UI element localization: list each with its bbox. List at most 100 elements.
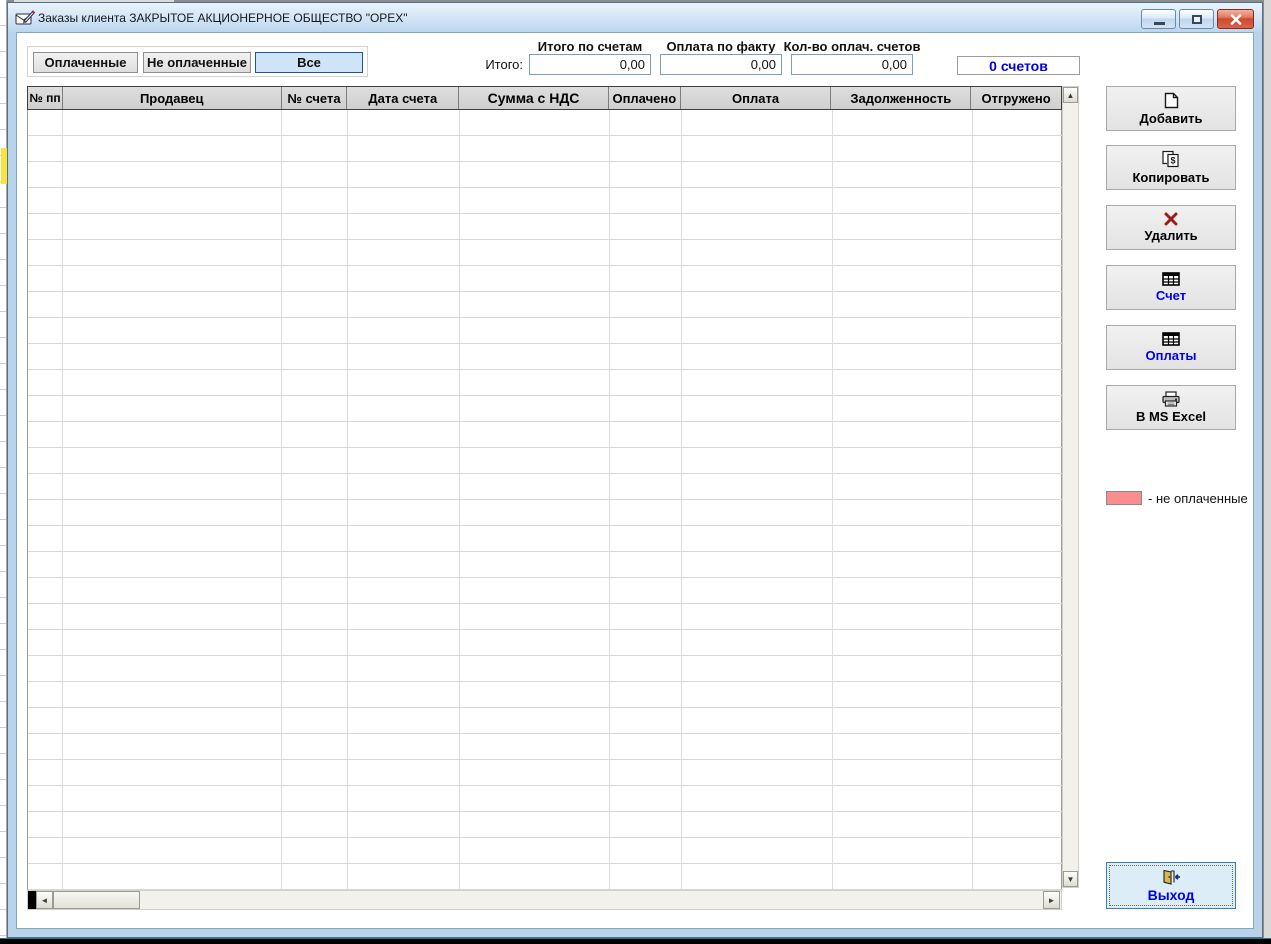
table-cell[interactable] bbox=[833, 292, 973, 318]
table-cell[interactable] bbox=[610, 136, 682, 162]
column-header-paid[interactable]: Оплачено bbox=[608, 87, 681, 109]
table-cell[interactable] bbox=[682, 370, 833, 396]
table-cell[interactable] bbox=[460, 344, 610, 370]
table-cell[interactable] bbox=[682, 474, 833, 500]
table-cell[interactable] bbox=[610, 448, 682, 474]
table-cell[interactable] bbox=[610, 760, 682, 786]
table-cell[interactable] bbox=[348, 864, 460, 890]
table-cell[interactable] bbox=[63, 812, 282, 838]
table-cell[interactable] bbox=[610, 396, 682, 422]
table-cell[interactable] bbox=[682, 292, 833, 318]
table-cell[interactable] bbox=[348, 838, 460, 864]
table-cell[interactable] bbox=[282, 630, 348, 656]
table-cell[interactable] bbox=[682, 864, 833, 890]
table-cell[interactable] bbox=[460, 318, 610, 344]
table-cell[interactable] bbox=[682, 578, 833, 604]
table-cell[interactable] bbox=[282, 110, 348, 136]
table-cell[interactable] bbox=[63, 214, 282, 240]
table-cell[interactable] bbox=[682, 448, 833, 474]
table-cell[interactable] bbox=[610, 838, 682, 864]
table-cell[interactable] bbox=[682, 708, 833, 734]
table-cell[interactable] bbox=[682, 344, 833, 370]
table-cell[interactable] bbox=[610, 214, 682, 240]
table-cell[interactable] bbox=[28, 526, 63, 552]
table-cell[interactable] bbox=[63, 240, 282, 266]
title-bar[interactable]: Заказы клиента ЗАКРЫТОЕ АКЦИОНЕРНОЕ ОБЩЕ… bbox=[8, 3, 1262, 32]
table-cell[interactable] bbox=[348, 344, 460, 370]
table-cell[interactable] bbox=[282, 838, 348, 864]
table-cell[interactable] bbox=[460, 500, 610, 526]
table-cell[interactable] bbox=[282, 578, 348, 604]
table-cell[interactable] bbox=[973, 318, 1063, 344]
table-cell[interactable] bbox=[682, 240, 833, 266]
table-cell[interactable] bbox=[460, 864, 610, 890]
table-cell[interactable] bbox=[833, 708, 973, 734]
filter-unpaid-button[interactable]: Не оплаченные bbox=[143, 52, 251, 73]
table-cell[interactable] bbox=[973, 214, 1063, 240]
payment-fact-field[interactable] bbox=[660, 54, 782, 75]
table-cell[interactable] bbox=[460, 578, 610, 604]
table-cell[interactable] bbox=[282, 370, 348, 396]
table-cell[interactable] bbox=[973, 292, 1063, 318]
table-cell[interactable] bbox=[348, 240, 460, 266]
table-cell[interactable] bbox=[348, 448, 460, 474]
table-cell[interactable] bbox=[63, 396, 282, 422]
table-cell[interactable] bbox=[348, 708, 460, 734]
table-cell[interactable] bbox=[63, 370, 282, 396]
table-cell[interactable] bbox=[460, 188, 610, 214]
table-cell[interactable] bbox=[460, 240, 610, 266]
table-cell[interactable] bbox=[610, 734, 682, 760]
table-cell[interactable] bbox=[833, 760, 973, 786]
table-cell[interactable] bbox=[348, 214, 460, 240]
table-cell[interactable] bbox=[28, 266, 63, 292]
table-cell[interactable] bbox=[833, 448, 973, 474]
table-cell[interactable] bbox=[682, 318, 833, 344]
invoice-button[interactable]: Счет bbox=[1106, 265, 1236, 310]
table-cell[interactable] bbox=[973, 344, 1063, 370]
total-invoices-field[interactable] bbox=[529, 54, 651, 75]
table-cell[interactable] bbox=[63, 604, 282, 630]
table-cell[interactable] bbox=[348, 188, 460, 214]
table-cell[interactable] bbox=[610, 110, 682, 136]
table-cell[interactable] bbox=[973, 240, 1063, 266]
column-header-shipped[interactable]: Отгружено bbox=[971, 87, 1061, 109]
table-cell[interactable] bbox=[63, 734, 282, 760]
table-cell[interactable] bbox=[833, 214, 973, 240]
table-cell[interactable] bbox=[610, 630, 682, 656]
table-cell[interactable] bbox=[833, 396, 973, 422]
table-cell[interactable] bbox=[833, 838, 973, 864]
table-cell[interactable] bbox=[348, 786, 460, 812]
table-cell[interactable] bbox=[833, 370, 973, 396]
table-cell[interactable] bbox=[282, 188, 348, 214]
table-cell[interactable] bbox=[973, 188, 1063, 214]
table-cell[interactable] bbox=[63, 136, 282, 162]
table-cell[interactable] bbox=[282, 760, 348, 786]
table-cell[interactable] bbox=[610, 266, 682, 292]
table-cell[interactable] bbox=[348, 812, 460, 838]
table-cell[interactable] bbox=[973, 552, 1063, 578]
table-cell[interactable] bbox=[610, 474, 682, 500]
table-cell[interactable] bbox=[682, 266, 833, 292]
table-cell[interactable] bbox=[833, 604, 973, 630]
table-cell[interactable] bbox=[833, 630, 973, 656]
table-cell[interactable] bbox=[28, 214, 63, 240]
table-cell[interactable] bbox=[973, 370, 1063, 396]
table-cell[interactable] bbox=[282, 682, 348, 708]
table-cell[interactable] bbox=[610, 500, 682, 526]
minimize-button[interactable] bbox=[1141, 9, 1176, 29]
table-cell[interactable] bbox=[28, 630, 63, 656]
paid-count-field[interactable] bbox=[791, 54, 913, 75]
column-header-seller[interactable]: Продавец bbox=[62, 87, 282, 109]
table-cell[interactable] bbox=[282, 422, 348, 448]
table-cell[interactable] bbox=[610, 812, 682, 838]
table-cell[interactable] bbox=[460, 396, 610, 422]
table-cell[interactable] bbox=[282, 344, 348, 370]
table-cell[interactable] bbox=[28, 240, 63, 266]
table-cell[interactable] bbox=[460, 760, 610, 786]
table-cell[interactable] bbox=[282, 708, 348, 734]
table-cell[interactable] bbox=[973, 864, 1063, 890]
table-cell[interactable] bbox=[610, 864, 682, 890]
table-cell[interactable] bbox=[28, 188, 63, 214]
table-cell[interactable] bbox=[460, 370, 610, 396]
table-cell[interactable] bbox=[348, 656, 460, 682]
